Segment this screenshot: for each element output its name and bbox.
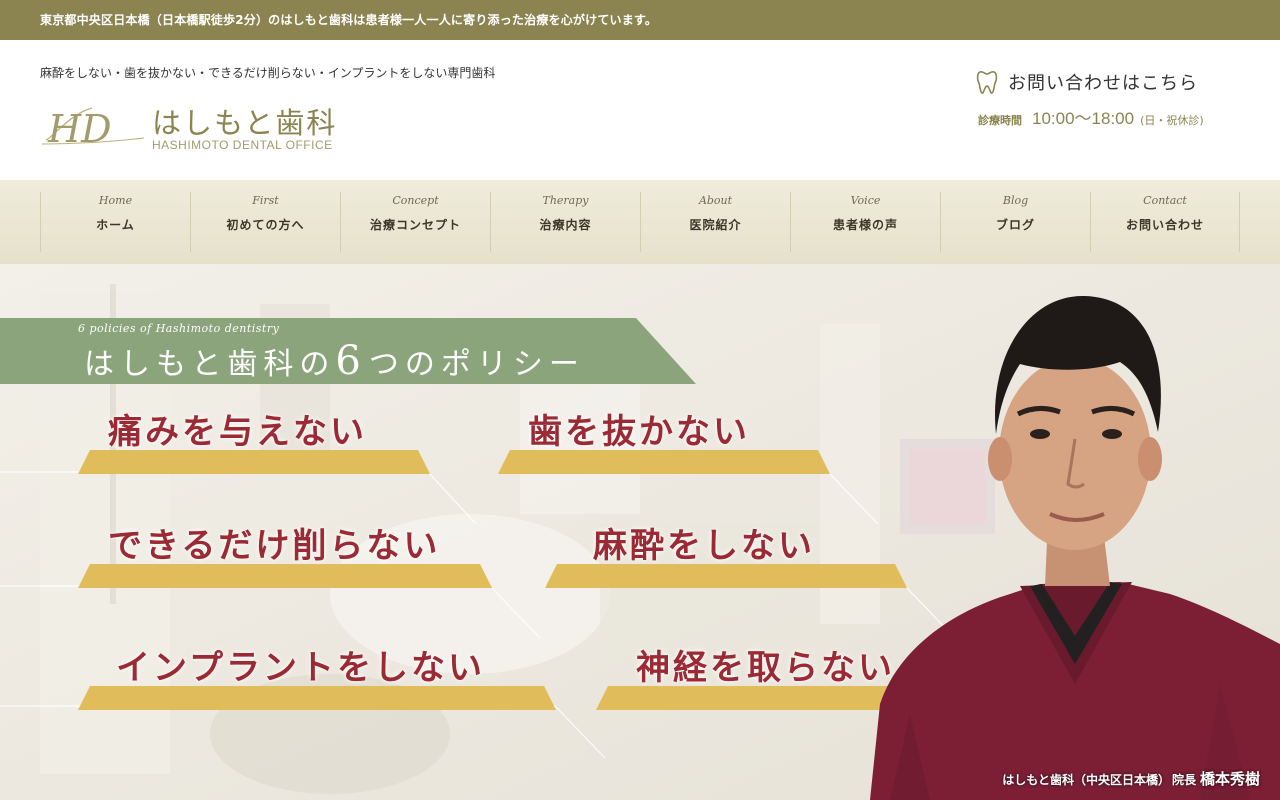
- policy-text: インプラントをしない: [116, 648, 485, 688]
- logo-subtitle: HASHIMOTO DENTAL OFFICE: [152, 138, 333, 152]
- nav-en-label: About: [698, 194, 733, 207]
- nav-ja-label: 治療コンセプト: [369, 218, 461, 232]
- policy-item: インプラントをしない: [78, 640, 562, 710]
- global-nav: Home ホーム First 初めての方へ Concept 治療コンセプト Th…: [0, 180, 1280, 264]
- top-info-bar: 東京都中央区日本橋（日本橋駅徒歩2分）のはしもと歯科は患者様一人一人に寄り添った…: [0, 0, 1280, 40]
- policy-text: 麻酔をしない: [593, 526, 815, 566]
- nav-list: Home ホーム First 初めての方へ Concept 治療コンセプト Th…: [40, 192, 1240, 252]
- top-info-text: 東京都中央区日本橋（日本橋駅徒歩2分）のはしもと歯科は患者様一人一人に寄り添った…: [40, 13, 658, 27]
- svg-text:HD: HD: [47, 107, 112, 151]
- office-hours: 診療時間 10:00〜18:00 (日・祝休診): [978, 104, 1204, 129]
- nav-item-blog[interactable]: Blog ブログ: [940, 192, 1090, 252]
- policy-item: 歯を抜かない: [498, 404, 838, 474]
- policy-ribbon: [545, 564, 907, 588]
- nav-en-label: Blog: [1002, 194, 1029, 207]
- header-tagline: 麻酔をしない・歯を抜かない・できるだけ削らない・インプラントをしない専門歯科: [40, 66, 496, 80]
- policy-ribbon: [78, 686, 556, 710]
- caption-role: 院長: [1171, 773, 1196, 787]
- site-logo[interactable]: HD はしもと歯科 HASHIMOTO DENTAL OFFICE: [40, 100, 360, 160]
- policy-ribbon: [78, 564, 492, 588]
- nav-ja-label: 医院紹介: [689, 218, 742, 232]
- policy-text: できるだけ削らない: [108, 526, 441, 566]
- policy-item: できるだけ削らない: [78, 518, 498, 588]
- nav-en-label: Therapy: [542, 194, 589, 207]
- policy-text: 神経を取らない: [636, 648, 895, 688]
- caption-clinic: はしもと歯科（中央区日本橋）: [1002, 773, 1170, 787]
- nav-item-first[interactable]: First 初めての方へ: [190, 192, 340, 252]
- nav-en-label: Concept: [392, 194, 439, 207]
- policy-item: 麻酔をしない: [545, 518, 915, 588]
- nav-item-contact[interactable]: Contact お問い合わせ: [1090, 192, 1240, 252]
- nav-en-label: Home: [98, 194, 133, 207]
- policy-ribbon: [498, 450, 830, 474]
- policy-ribbon: [78, 450, 430, 474]
- logo-mark-icon: HD: [41, 107, 145, 151]
- nav-item-therapy[interactable]: Therapy 治療内容: [490, 192, 640, 252]
- nav-en-label: First: [252, 194, 279, 207]
- policy-text: 痛みを与えない: [108, 412, 367, 452]
- doctor-caption: はしもと歯科（中央区日本橋） 院長 橋本秀樹: [1002, 768, 1260, 789]
- hero-section: 6 policies of Hashimoto dentistry はしもと歯科…: [0, 264, 1280, 800]
- doctor-portrait: [870, 295, 1280, 800]
- nav-en-label: Voice: [850, 194, 881, 207]
- contact-label: お問い合わせはこちら: [1008, 73, 1198, 94]
- hours-note: (日・祝休診): [1140, 114, 1204, 127]
- policy-item: 痛みを与えない: [78, 404, 438, 474]
- contact-link[interactable]: お問い合わせはこちら: [976, 68, 1198, 96]
- header-contact: お問い合わせはこちら 診療時間 10:00〜18:00 (日・祝休診): [976, 66, 1246, 136]
- nav-item-about[interactable]: About 医院紹介: [640, 192, 790, 252]
- nav-item-voice[interactable]: Voice 患者様の声: [790, 192, 940, 252]
- hours-value: 10:00〜18:00: [1032, 109, 1135, 128]
- nav-ja-label: 治療内容: [539, 218, 592, 232]
- nav-ja-label: ホーム: [96, 218, 135, 232]
- site-header: 麻酔をしない・歯を抜かない・できるだけ削らない・インプラントをしない専門歯科 H…: [0, 40, 1280, 180]
- hours-label: 診療時間: [978, 114, 1022, 127]
- nav-ja-label: 初めての方へ: [226, 218, 305, 232]
- nav-item-concept[interactable]: Concept 治療コンセプト: [340, 192, 490, 252]
- caption-name: 橋本秀樹: [1199, 770, 1260, 788]
- tooth-icon: [976, 71, 998, 94]
- nav-en-label: Contact: [1143, 194, 1187, 207]
- nav-ja-label: ブログ: [995, 218, 1035, 232]
- nav-ja-label: 患者様の声: [832, 218, 898, 232]
- nav-item-home[interactable]: Home ホーム: [40, 192, 190, 252]
- logo-name: はしもと歯科: [152, 106, 338, 140]
- nav-ja-label: お問い合わせ: [1125, 218, 1204, 232]
- policy-text: 歯を抜かない: [528, 412, 750, 452]
